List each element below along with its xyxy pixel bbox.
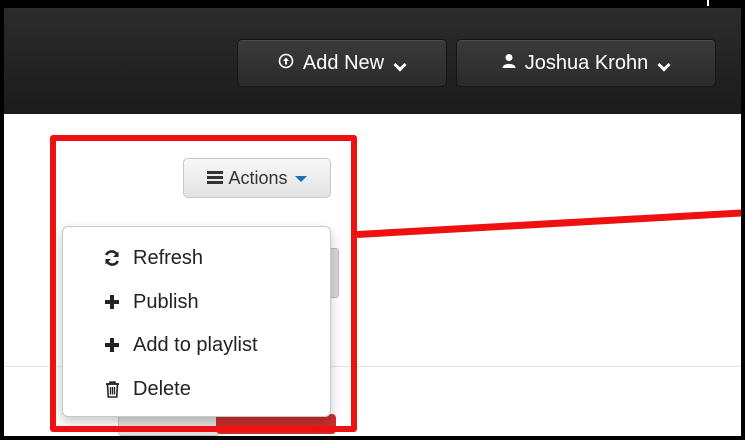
chevron-down-icon <box>657 57 671 72</box>
menu-item-refresh[interactable]: Refresh <box>63 238 330 278</box>
add-new-label: Add New <box>302 51 385 74</box>
menu-item-label: Delete <box>133 377 191 400</box>
caret-down-icon <box>294 176 307 182</box>
danger-button[interactable] <box>216 414 336 434</box>
app-window: Add New Joshua Krohn Actions Refresh Pub… <box>4 8 741 436</box>
plus-icon <box>101 337 123 353</box>
secondary-button[interactable] <box>118 414 220 436</box>
plus-icon <box>101 294 123 310</box>
menu-item-delete[interactable]: Delete <box>63 369 330 409</box>
user-menu-button[interactable]: Joshua Krohn <box>456 39 716 87</box>
refresh-icon <box>101 249 123 267</box>
menu-item-add-to-playlist[interactable]: Add to playlist <box>63 325 330 365</box>
menu-item-label: Publish <box>133 290 199 313</box>
user-name: Joshua Krohn <box>524 51 649 74</box>
chevron-down-icon <box>393 57 407 72</box>
user-icon <box>502 53 516 73</box>
circle-upload-icon <box>278 53 294 73</box>
menu-item-publish[interactable]: Publish <box>63 282 330 322</box>
actions-label: Actions <box>228 167 288 188</box>
top-navbar: Add New Joshua Krohn <box>4 8 741 114</box>
annotation-pointer-line <box>356 207 741 238</box>
menu-item-label: Refresh <box>133 246 204 269</box>
menu-item-label: Add to playlist <box>133 333 258 356</box>
actions-dropdown-menu: Refresh Publish Add to playlist Delete <box>62 226 331 417</box>
list-icon <box>207 171 224 185</box>
trash-icon <box>101 380 123 398</box>
corner-tab <box>707 0 745 6</box>
add-new-button[interactable]: Add New <box>237 39 447 87</box>
main-content: Actions Refresh Publish Add to playlist … <box>4 114 741 436</box>
actions-dropdown-button[interactable]: Actions <box>183 158 331 198</box>
